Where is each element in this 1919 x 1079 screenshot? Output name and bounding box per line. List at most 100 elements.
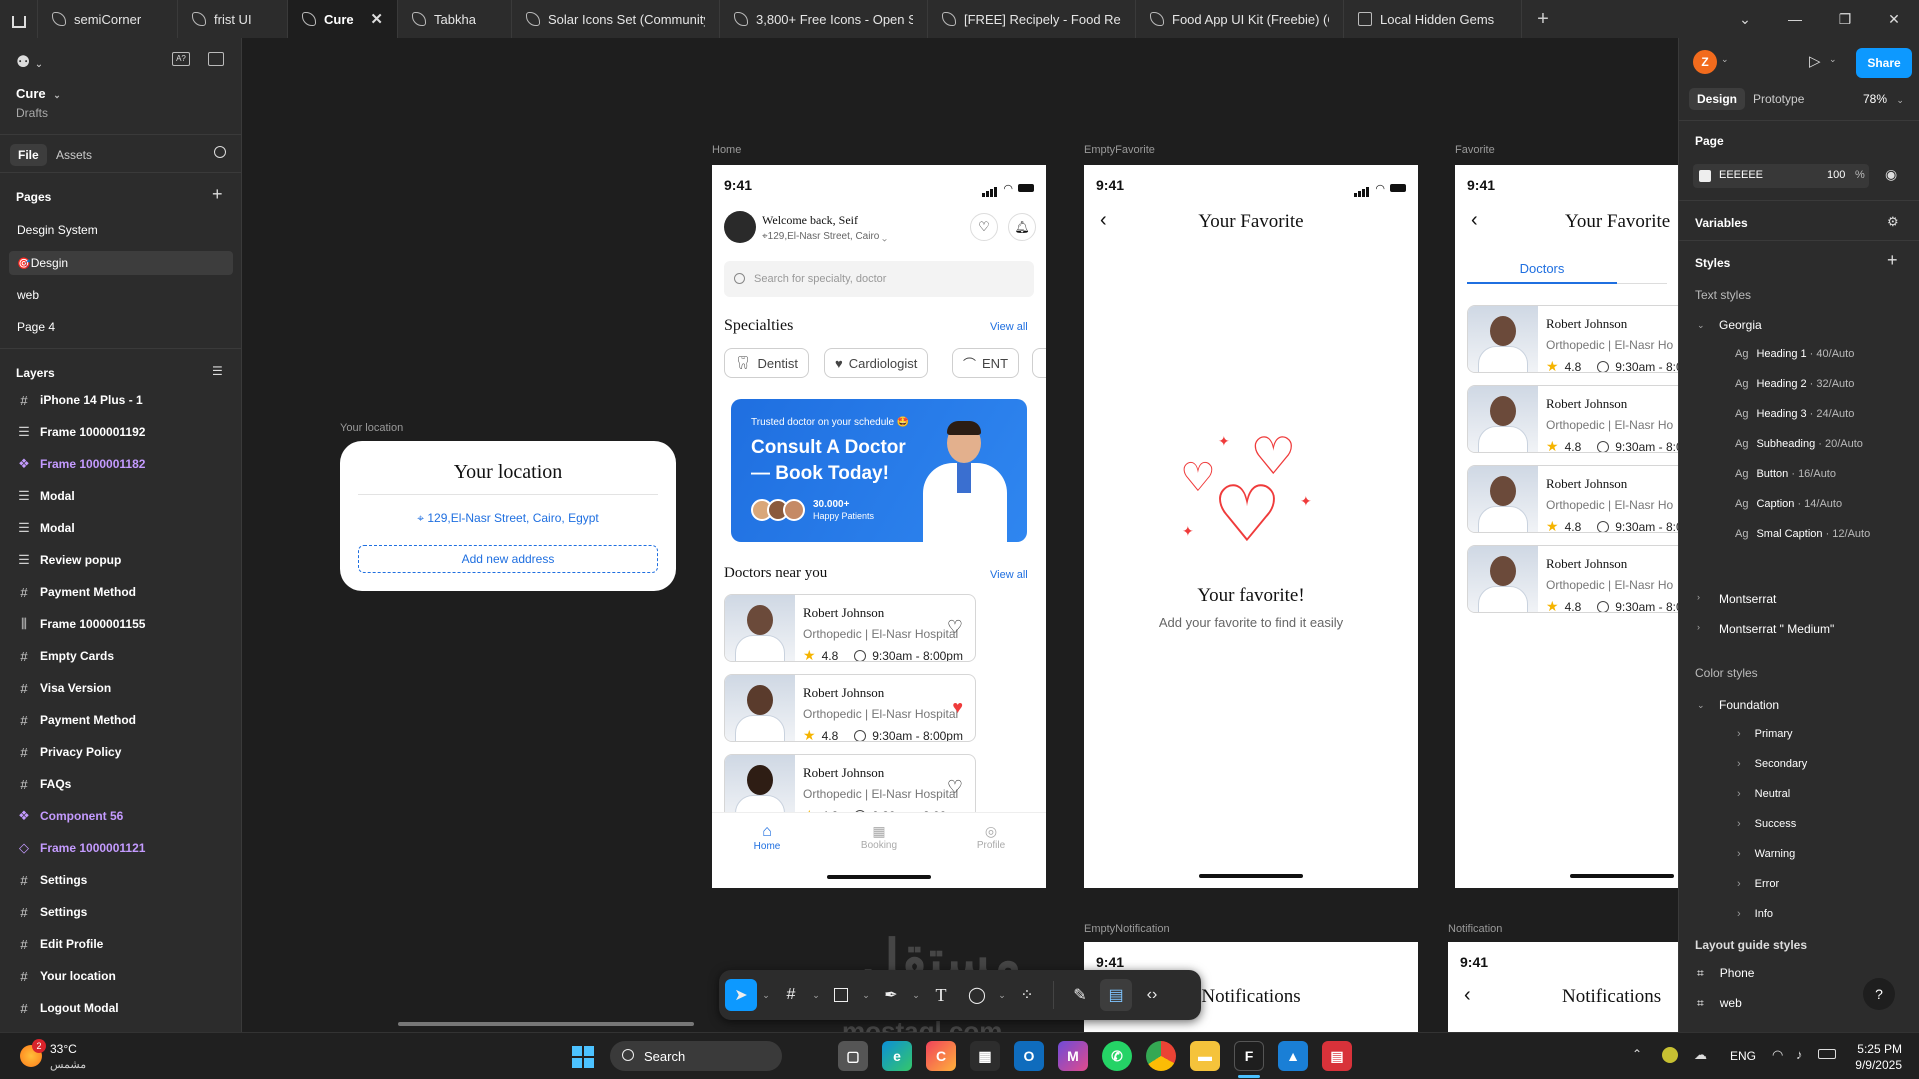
- color-style-item[interactable]: › Neutral: [1737, 788, 1790, 800]
- search-layers-icon[interactable]: [214, 146, 226, 158]
- chrome-icon[interactable]: [1146, 1041, 1176, 1071]
- layer-row[interactable]: # FAQs: [18, 772, 71, 796]
- whatsapp-icon[interactable]: ✆: [1102, 1041, 1132, 1071]
- layer-row[interactable]: # iPhone 14 Plus - 1: [18, 388, 142, 412]
- layer-row[interactable]: # Edit Profile: [18, 932, 103, 956]
- maximize-button[interactable]: ❐: [1820, 0, 1870, 38]
- chevron-right-icon[interactable]: ›: [1697, 622, 1700, 632]
- toggle-sidebar-icon[interactable]: [208, 52, 224, 66]
- back-arrow-icon[interactable]: ‹: [1464, 984, 1471, 1007]
- frame-label[interactable]: EmptyNotification: [1084, 923, 1170, 935]
- nav-profile[interactable]: ◎ Profile: [966, 823, 1016, 851]
- notification-frame[interactable]: 9:41 ‹ Notifications: [1448, 942, 1678, 1032]
- tab-frist-ui[interactable]: frist UI: [178, 0, 288, 38]
- shape-tool-button[interactable]: [825, 979, 857, 1011]
- figma-taskbar-icon[interactable]: F: [1234, 1041, 1264, 1071]
- layer-row[interactable]: ◇ Frame 1000001121: [18, 836, 145, 860]
- text-style-item[interactable]: Ag Smal Caption · 12/Auto: [1735, 528, 1870, 540]
- heart-icon[interactable]: ♡: [947, 617, 963, 638]
- add-page-icon[interactable]: +: [212, 184, 223, 205]
- onedrive-cloud-icon[interactable]: ☁: [1694, 1047, 1707, 1063]
- chevron-down-icon[interactable]: ⌄: [1721, 54, 1729, 65]
- tabs-dropdown-icon[interactable]: ⌄: [1720, 0, 1770, 38]
- empty-favorite-frame[interactable]: 9:41 ◠ ‹ Your Favorite ♡ ♡ ♡ ✦ ✦ ✦ Your …: [1084, 165, 1418, 888]
- back-arrow-icon[interactable]: ‹: [1471, 209, 1478, 232]
- favorite-doctor-card[interactable]: Robert Johnson Orthopedic | El-Nasr Ho ★ 4.…: [1467, 545, 1678, 613]
- text-style-item[interactable]: Ag Subheading · 20/Auto: [1735, 438, 1863, 450]
- windows-start-icon[interactable]: [572, 1046, 594, 1068]
- tab-file[interactable]: File: [10, 144, 47, 166]
- eye-icon[interactable]: ◉: [1885, 166, 1897, 183]
- present-play-icon[interactable]: ▷: [1809, 52, 1821, 70]
- page-item-page-4[interactable]: Page 4: [9, 315, 233, 339]
- tab-free-icons[interactable]: 3,800+ Free Icons - Open Sou: [720, 0, 928, 38]
- design-mode-button[interactable]: ▤: [1100, 979, 1132, 1011]
- foundation-group[interactable]: Foundation: [1719, 698, 1779, 712]
- consult-banner[interactable]: Trusted doctor on your schedule 🤩 Consul…: [731, 399, 1027, 542]
- layer-row[interactable]: ☰ Modal: [18, 516, 75, 540]
- web-guide[interactable]: ⌗ web: [1697, 996, 1742, 1011]
- layer-row[interactable]: # Your location: [18, 964, 115, 988]
- minimize-button[interactable]: —: [1770, 0, 1820, 38]
- file-name[interactable]: Cure ⌄: [16, 86, 61, 101]
- montserrat-group[interactable]: Montserrat: [1719, 592, 1776, 606]
- taskbar-search-box[interactable]: Search: [610, 1041, 782, 1071]
- avatar[interactable]: [724, 211, 756, 243]
- layer-row[interactable]: # Payment Method: [18, 580, 136, 604]
- notifications-bell-button[interactable]: 🔔︎: [1008, 213, 1036, 241]
- favorites-heart-button[interactable]: ♡: [970, 213, 998, 241]
- favorite-frame[interactable]: 9:41 ‹ Your Favorite Doctors Robert John…: [1455, 165, 1678, 888]
- chip-ent[interactable]: ⌒ ENT: [952, 348, 1020, 378]
- chevron-down-icon[interactable]: ⌄: [811, 990, 821, 1001]
- share-button[interactable]: Share: [1856, 48, 1912, 78]
- favorite-doctor-card[interactable]: Robert Johnson Orthopedic | El-Nasr Ho ★ 4.…: [1467, 305, 1678, 373]
- wifi-icon[interactable]: ◠: [1772, 1047, 1783, 1063]
- frame-label[interactable]: EmptyFavorite: [1084, 144, 1155, 156]
- dev-mode-button[interactable]: ‹›: [1136, 979, 1168, 1011]
- your-location-frame[interactable]: Your location ⌖ 129,El-Nasr Street, Cair…: [340, 441, 676, 591]
- chevron-down-icon[interactable]: ⌄: [997, 990, 1007, 1001]
- layer-row[interactable]: # Visa Version: [18, 676, 111, 700]
- draw-mode-button[interactable]: ✎: [1064, 979, 1096, 1011]
- chip-dentist[interactable]: 🦷︎ Dentist: [724, 348, 809, 378]
- chevron-down-icon[interactable]: ⌄: [1697, 700, 1705, 711]
- add-address-button[interactable]: Add new address: [358, 545, 658, 573]
- photos-icon[interactable]: ▲: [1278, 1041, 1308, 1071]
- frame-tool-button[interactable]: #: [775, 979, 807, 1011]
- clock-date[interactable]: 9/9/2025: [1846, 1058, 1902, 1072]
- ai-icon[interactable]: A?: [172, 52, 190, 66]
- layer-row[interactable]: ⫼ Frame 1000001155: [18, 612, 145, 636]
- tab-semicorner[interactable]: semiCorner: [38, 0, 178, 38]
- pen-tool-button[interactable]: ✒: [875, 979, 907, 1011]
- color-style-item[interactable]: › Error: [1737, 878, 1779, 890]
- frame-label[interactable]: Notification: [1448, 923, 1502, 935]
- layer-row[interactable]: # Empty Cards: [18, 644, 114, 668]
- comment-tool-button[interactable]: ◯: [961, 979, 993, 1011]
- color-style-item[interactable]: › Info: [1737, 908, 1773, 920]
- layer-row[interactable]: # Logout Modal: [18, 996, 118, 1020]
- layer-row[interactable]: ☰ Modal: [18, 484, 75, 508]
- close-window-button[interactable]: ✕: [1869, 0, 1919, 38]
- page-item-design[interactable]: 🎯 Desgin: [9, 251, 233, 275]
- layer-row[interactable]: # Payment Method: [18, 708, 136, 732]
- close-tab-icon[interactable]: ✕: [370, 10, 383, 28]
- tab-assets[interactable]: Assets: [56, 148, 92, 162]
- location-address-row[interactable]: ⌖ 129,El-Nasr Street, Cairo, Egypt: [340, 511, 676, 526]
- page-item-design-system[interactable]: Desgin System: [9, 218, 233, 242]
- add-style-icon[interactable]: +: [1887, 250, 1898, 271]
- tab-design[interactable]: Design: [1689, 88, 1746, 110]
- text-style-item[interactable]: Ag Button · 16/Auto: [1735, 468, 1836, 480]
- show-hidden-icons[interactable]: ⌃: [1632, 1047, 1642, 1061]
- outlook-icon[interactable]: O: [1014, 1041, 1044, 1071]
- search-input[interactable]: Search for specialty, doctor: [724, 261, 1034, 297]
- text-style-item[interactable]: Ag Heading 1 · 40/Auto: [1735, 348, 1854, 360]
- tab-cure[interactable]: Cure ✕: [288, 0, 398, 38]
- copilot-icon[interactable]: C: [926, 1041, 956, 1071]
- nav-booking[interactable]: ▦ Booking: [854, 823, 904, 851]
- nav-home[interactable]: ⌂ Home: [742, 823, 792, 852]
- tab-solar-icons[interactable]: Solar Icons Set (Community): [512, 0, 720, 38]
- layer-row[interactable]: ❖ Component 56: [18, 804, 123, 828]
- montserrat-medium-group[interactable]: Montserrat " Medium": [1719, 622, 1834, 636]
- color-style-item[interactable]: › Success: [1737, 818, 1796, 830]
- user-avatar[interactable]: Z: [1693, 50, 1717, 74]
